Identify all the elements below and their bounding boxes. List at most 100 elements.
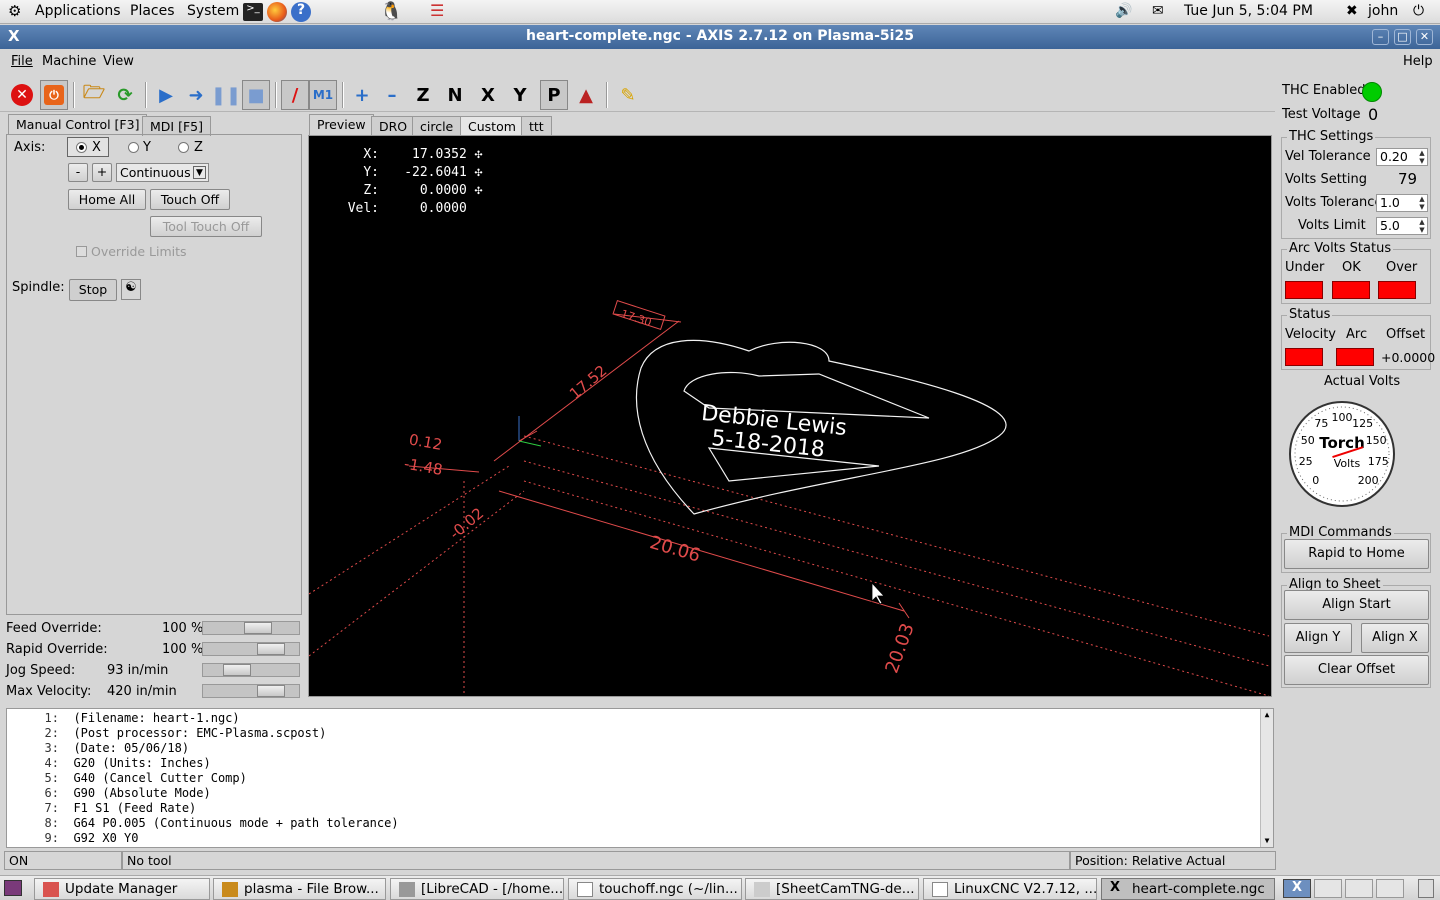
gcode-line[interactable]: 8: G64 P0.005 (Continuous mode + path to…: [7, 816, 399, 830]
task-sheetcam[interactable]: [SheetCamTNG-de...: [745, 878, 919, 900]
gcode-line[interactable]: 1: (Filename: heart-1.ngc): [7, 711, 240, 725]
gcode-preview[interactable]: X: 17.0352 ✣ Y: -22.6041 ✣ Z: 0.0000 ✣ V…: [308, 135, 1272, 697]
applications-menu[interactable]: Applications: [35, 3, 121, 19]
window-titlebar[interactable]: X heart-complete.ngc - AXIS 2.7.12 on Pl…: [0, 25, 1440, 49]
help-icon[interactable]: ?: [291, 2, 311, 22]
mail-icon[interactable]: ✉: [1152, 3, 1164, 19]
workspace-2[interactable]: [1314, 879, 1342, 898]
stop-icon[interactable]: ■: [242, 80, 270, 110]
user-name[interactable]: john: [1368, 3, 1398, 19]
override-limits-checkbox[interactable]: [76, 246, 87, 257]
tux-icon[interactable]: 🐧: [380, 1, 402, 22]
view-perspective-icon[interactable]: P: [540, 80, 568, 110]
scrollbar[interactable]: ▲ ▼: [1260, 709, 1273, 847]
axis-x-radio[interactable]: [76, 142, 87, 153]
clock[interactable]: Tue Jun 5, 5:04 PM: [1184, 3, 1313, 19]
axis-y-label[interactable]: Y: [143, 140, 151, 155]
block-delete-icon[interactable]: /: [281, 80, 309, 110]
power-icon[interactable]: ⏻: [1413, 3, 1424, 19]
tab-mdi[interactable]: MDI [F5]: [142, 116, 211, 136]
scroll-down-icon[interactable]: ▼: [1262, 836, 1272, 846]
tab-preview[interactable]: Preview: [309, 114, 374, 135]
scroll-up-icon[interactable]: ▲: [1262, 710, 1272, 720]
touch-off-button[interactable]: Touch Off: [150, 189, 230, 210]
gcode-line[interactable]: 2: (Post processor: EMC-Plasma.scpost): [7, 726, 327, 740]
jog-minus-button[interactable]: -: [68, 163, 88, 182]
menu-help[interactable]: Help: [1403, 54, 1433, 69]
spin-arrows-icon[interactable]: ▲ ▼: [1417, 149, 1427, 165]
run-icon[interactable]: ▶: [152, 80, 180, 110]
tab-ttt[interactable]: ttt: [521, 116, 552, 136]
view-x-icon[interactable]: X: [474, 80, 502, 110]
axis-z-radio[interactable]: [178, 142, 189, 153]
open-file-icon[interactable]: 🗁: [80, 80, 108, 110]
gcode-line[interactable]: 3: (Date: 05/06/18): [7, 741, 190, 755]
gcode-line[interactable]: 7: F1 S1 (Feed Rate): [7, 801, 197, 815]
volts-limit-input[interactable]: 5.0 ▲ ▼: [1376, 217, 1428, 235]
jog-speed-slider[interactable]: [202, 663, 300, 677]
zoom-in-icon[interactable]: +: [348, 80, 376, 110]
volume-icon[interactable]: 🔊: [1115, 3, 1132, 19]
close-icon[interactable]: ✕: [1416, 29, 1433, 45]
clear-offset-button[interactable]: Clear Offset: [1284, 655, 1429, 685]
rapid-override-thumb[interactable]: [257, 643, 285, 655]
spin-arrows-icon[interactable]: ▲ ▼: [1417, 195, 1427, 211]
tab-manual-control[interactable]: Manual Control [F3]: [8, 114, 148, 134]
gcode-line[interactable]: 5: G40 (Cancel Cutter Comp): [7, 771, 247, 785]
show-desktop-icon[interactable]: [4, 880, 22, 896]
estop-icon[interactable]: ✕: [8, 80, 36, 110]
reload-icon[interactable]: ⟳: [111, 80, 139, 110]
task-axis[interactable]: Xheart-complete.ngc: [1101, 878, 1275, 900]
axis-z-label[interactable]: Z: [194, 140, 203, 155]
max-velocity-thumb[interactable]: [257, 685, 285, 697]
spin-arrows-icon[interactable]: ▲ ▼: [1417, 218, 1427, 234]
step-icon[interactable]: ➜: [182, 80, 210, 110]
view-y-icon[interactable]: Y: [506, 80, 534, 110]
home-all-button[interactable]: Home All: [68, 189, 146, 210]
align-x-button[interactable]: Align X: [1361, 623, 1429, 653]
workspace-1[interactable]: X: [1283, 879, 1311, 898]
menu-file[interactable]: File: [11, 54, 33, 69]
align-start-button[interactable]: Align Start: [1284, 590, 1429, 620]
vel-tolerance-input[interactable]: 0.20 ▲ ▼: [1376, 148, 1428, 166]
gcode-line[interactable]: 4: G20 (Units: Inches): [7, 756, 211, 770]
clear-backplot-icon[interactable]: ✎: [614, 80, 642, 110]
trash-icon[interactable]: [1418, 879, 1434, 898]
task-linuxcnc[interactable]: LinuxCNC V2.7.12, ...: [923, 878, 1097, 900]
jog-plus-button[interactable]: +: [92, 163, 112, 182]
jog-mode-select[interactable]: Continuous ▼: [116, 163, 209, 182]
minimize-icon[interactable]: –: [1372, 29, 1389, 45]
menu-machine[interactable]: Machine: [42, 54, 96, 69]
axis-x-radio-frame[interactable]: [67, 137, 109, 157]
system-menu[interactable]: System: [187, 3, 239, 19]
tab-dro[interactable]: DRO: [371, 116, 416, 136]
firefox-icon[interactable]: [267, 2, 287, 22]
gcode-line[interactable]: 6: G90 (Absolute Mode): [7, 786, 211, 800]
task-file-browser[interactable]: plasma - File Brow...: [213, 878, 386, 900]
view-z2-icon[interactable]: N: [441, 80, 469, 110]
menu-view[interactable]: View: [103, 54, 134, 69]
gcode-listing[interactable]: 1: (Filename: heart-1.ngc) 2: (Post proce…: [6, 708, 1274, 848]
feed-override-thumb[interactable]: [244, 622, 272, 634]
view-z-icon[interactable]: Z: [409, 80, 437, 110]
volts-tolerance-input[interactable]: 1.0 ▲ ▼: [1376, 194, 1428, 212]
feed-override-slider[interactable]: [202, 621, 300, 635]
rapid-override-slider[interactable]: [202, 642, 300, 656]
optional-stop-icon[interactable]: M1: [309, 80, 337, 110]
spindle-brake-icon[interactable]: ☯: [121, 279, 141, 300]
tab-custom[interactable]: Custom: [460, 116, 524, 136]
machine-power-icon[interactable]: ⏻: [40, 80, 68, 110]
tool-touch-off-button[interactable]: Tool Touch Off: [150, 216, 262, 237]
gcode-line[interactable]: 9: G92 X0 Y0: [7, 831, 139, 845]
usb-icon[interactable]: ☰: [430, 1, 444, 20]
axis-x-label[interactable]: X: [92, 140, 101, 155]
rapid-to-home-button[interactable]: Rapid to Home: [1284, 539, 1429, 569]
zoom-out-icon[interactable]: –: [378, 80, 406, 110]
maximize-icon[interactable]: □: [1394, 29, 1411, 45]
spindle-stop-button[interactable]: Stop: [69, 279, 117, 301]
workspace-4[interactable]: [1376, 879, 1404, 898]
tab-circle[interactable]: circle: [412, 116, 462, 136]
rotate-view-icon[interactable]: ▲: [572, 80, 600, 110]
axis-y-radio[interactable]: [128, 142, 139, 153]
task-touchoff[interactable]: touchoff.ngc (~/lin...: [568, 878, 742, 900]
